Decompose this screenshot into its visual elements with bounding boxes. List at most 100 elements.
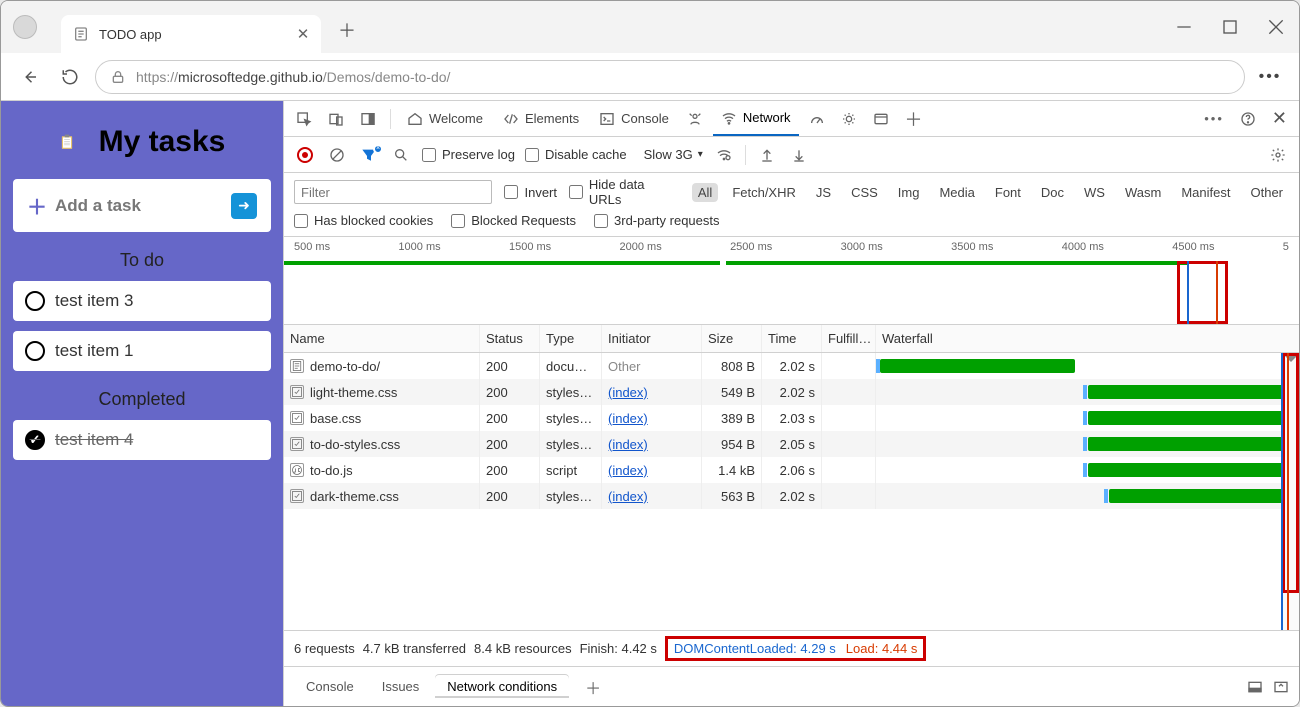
more-menu-button[interactable]: ••• bbox=[1255, 62, 1285, 92]
drawer-tab-network-conditions[interactable]: Network conditions bbox=[435, 675, 569, 698]
checkbox-done-icon[interactable] bbox=[25, 430, 45, 450]
hide-data-urls-checkbox[interactable]: Hide data URLs bbox=[569, 177, 680, 207]
column-header[interactable]: Size bbox=[702, 325, 762, 352]
status-resources: 8.4 kB resources bbox=[474, 641, 572, 656]
tab-application-icon[interactable] bbox=[867, 101, 895, 136]
type-filter-media[interactable]: Media bbox=[933, 183, 980, 202]
type-filter-img[interactable]: Img bbox=[892, 183, 926, 202]
drawer-tab-console[interactable]: Console bbox=[294, 675, 366, 698]
overview-tick: 3000 ms bbox=[841, 241, 883, 253]
app-title-text: My tasks bbox=[99, 125, 226, 159]
tab-console[interactable]: Console bbox=[591, 101, 677, 136]
column-header[interactable]: Type bbox=[540, 325, 602, 352]
request-initiator[interactable]: (index) bbox=[602, 457, 702, 483]
column-header[interactable]: Waterfall bbox=[876, 325, 1299, 352]
tab-performance-icon[interactable] bbox=[803, 101, 831, 136]
filter-input[interactable] bbox=[294, 180, 492, 204]
clipboard-icon bbox=[59, 134, 87, 150]
request-type: styles… bbox=[540, 379, 602, 405]
new-tab-button[interactable]: ＋ bbox=[333, 16, 361, 44]
record-button[interactable] bbox=[294, 147, 316, 163]
clear-button[interactable] bbox=[326, 147, 348, 163]
minimize-button[interactable] bbox=[1161, 9, 1207, 45]
preserve-log-checkbox[interactable]: Preserve log bbox=[422, 147, 515, 162]
devtools-close-button[interactable]: ✕ bbox=[1266, 101, 1293, 136]
has-blocked-cookies-checkbox[interactable]: Has blocked cookies bbox=[294, 213, 433, 228]
tab-sources-icon[interactable] bbox=[681, 101, 709, 136]
import-har-button[interactable] bbox=[756, 147, 778, 163]
maximize-button[interactable] bbox=[1207, 9, 1253, 45]
checkbox-icon[interactable] bbox=[25, 291, 45, 311]
type-filter-css[interactable]: CSS bbox=[845, 183, 884, 202]
close-button[interactable] bbox=[1253, 9, 1299, 45]
request-fulfilled bbox=[822, 405, 876, 431]
type-filter-other[interactable]: Other bbox=[1244, 183, 1289, 202]
request-initiator[interactable]: (index) bbox=[602, 483, 702, 509]
request-row[interactable]: base.css200styles…(index)389 B2.03 s bbox=[284, 405, 1299, 431]
type-filter-all[interactable]: All bbox=[692, 183, 718, 202]
drawer-dock-icon[interactable] bbox=[1247, 679, 1263, 695]
tab-network[interactable]: Network bbox=[713, 101, 799, 136]
task-label: test item 1 bbox=[55, 341, 133, 361]
request-initiator[interactable]: (index) bbox=[602, 405, 702, 431]
back-button[interactable] bbox=[15, 62, 45, 92]
type-filter-font[interactable]: Font bbox=[989, 183, 1027, 202]
tab-add[interactable]: ＋ bbox=[899, 101, 929, 136]
inspect-element-button[interactable] bbox=[290, 101, 318, 136]
filter-toggle[interactable]: × bbox=[358, 147, 380, 163]
disable-cache-checkbox[interactable]: Disable cache bbox=[525, 147, 627, 162]
type-filter-wasm[interactable]: Wasm bbox=[1119, 183, 1167, 202]
network-conditions-icon[interactable] bbox=[713, 147, 735, 163]
column-header[interactable]: Name bbox=[284, 325, 480, 352]
column-header[interactable]: Status bbox=[480, 325, 540, 352]
stylesheet-file-icon bbox=[290, 411, 304, 425]
tab-close-icon[interactable]: ✕ bbox=[295, 25, 311, 43]
third-party-checkbox[interactable]: 3rd-party requests bbox=[594, 213, 720, 228]
type-filter-doc[interactable]: Doc bbox=[1035, 183, 1070, 202]
request-initiator[interactable]: (index) bbox=[602, 431, 702, 457]
request-row[interactable]: demo-to-do/200docu…Other808 B2.02 s bbox=[284, 353, 1299, 379]
request-row[interactable]: to-do-styles.css200styles…(index)954 B2.… bbox=[284, 431, 1299, 457]
drawer-expand-icon[interactable] bbox=[1273, 679, 1289, 695]
column-header[interactable]: Initiator bbox=[602, 325, 702, 352]
column-header[interactable]: Time bbox=[762, 325, 822, 352]
drawer-tab-issues[interactable]: Issues bbox=[370, 675, 432, 698]
task-item-completed[interactable]: test item 4 bbox=[13, 420, 271, 460]
request-status: 200 bbox=[480, 353, 540, 379]
help-button[interactable] bbox=[1234, 101, 1262, 136]
drawer-tab-add[interactable]: ＋ bbox=[573, 671, 613, 703]
type-filter-fetchxhr[interactable]: Fetch/XHR bbox=[726, 183, 802, 202]
timeline-overview[interactable]: 500 ms1000 ms1500 ms2000 ms2500 ms3000 m… bbox=[284, 237, 1299, 325]
device-emulation-button[interactable] bbox=[322, 101, 350, 136]
browser-tab[interactable]: TODO app ✕ bbox=[61, 15, 321, 53]
column-header[interactable]: Fulfill… bbox=[822, 325, 876, 352]
request-initiator[interactable]: (index) bbox=[602, 379, 702, 405]
request-row[interactable]: to-do.js200script(index)1.4 kB2.06 s bbox=[284, 457, 1299, 483]
request-row[interactable]: dark-theme.css200styles…(index)563 B2.02… bbox=[284, 483, 1299, 509]
throttle-select[interactable]: Slow 3G▾ bbox=[637, 144, 703, 165]
address-bar[interactable]: https://microsoftedge.github.io/Demos/de… bbox=[95, 60, 1245, 94]
invert-checkbox[interactable]: Invert bbox=[504, 185, 557, 200]
type-filter-manifest[interactable]: Manifest bbox=[1175, 183, 1236, 202]
dock-side-button[interactable] bbox=[354, 101, 382, 136]
add-task-input[interactable]: ＋ Add a task ➜ bbox=[13, 179, 271, 232]
tab-elements[interactable]: Elements bbox=[495, 101, 587, 136]
type-filter-js[interactable]: JS bbox=[810, 183, 837, 202]
refresh-button[interactable] bbox=[55, 62, 85, 92]
network-settings-button[interactable] bbox=[1267, 147, 1289, 163]
blocked-requests-checkbox[interactable]: Blocked Requests bbox=[451, 213, 576, 228]
export-har-button[interactable] bbox=[788, 147, 810, 163]
task-label: test item 3 bbox=[55, 291, 133, 311]
profile-avatar[interactable] bbox=[13, 15, 37, 39]
task-item[interactable]: test item 3 bbox=[13, 281, 271, 321]
devtools-more-button[interactable]: ••• bbox=[1198, 101, 1230, 136]
search-button[interactable] bbox=[390, 147, 412, 163]
request-row[interactable]: light-theme.css200styles…(index)549 B2.0… bbox=[284, 379, 1299, 405]
overview-tick: 5 bbox=[1283, 241, 1289, 253]
type-filter-ws[interactable]: WS bbox=[1078, 183, 1111, 202]
tab-welcome[interactable]: Welcome bbox=[399, 101, 491, 136]
tab-memory-icon[interactable] bbox=[835, 101, 863, 136]
add-task-submit[interactable]: ➜ bbox=[231, 193, 257, 219]
task-item[interactable]: test item 1 bbox=[13, 331, 271, 371]
checkbox-icon[interactable] bbox=[25, 341, 45, 361]
